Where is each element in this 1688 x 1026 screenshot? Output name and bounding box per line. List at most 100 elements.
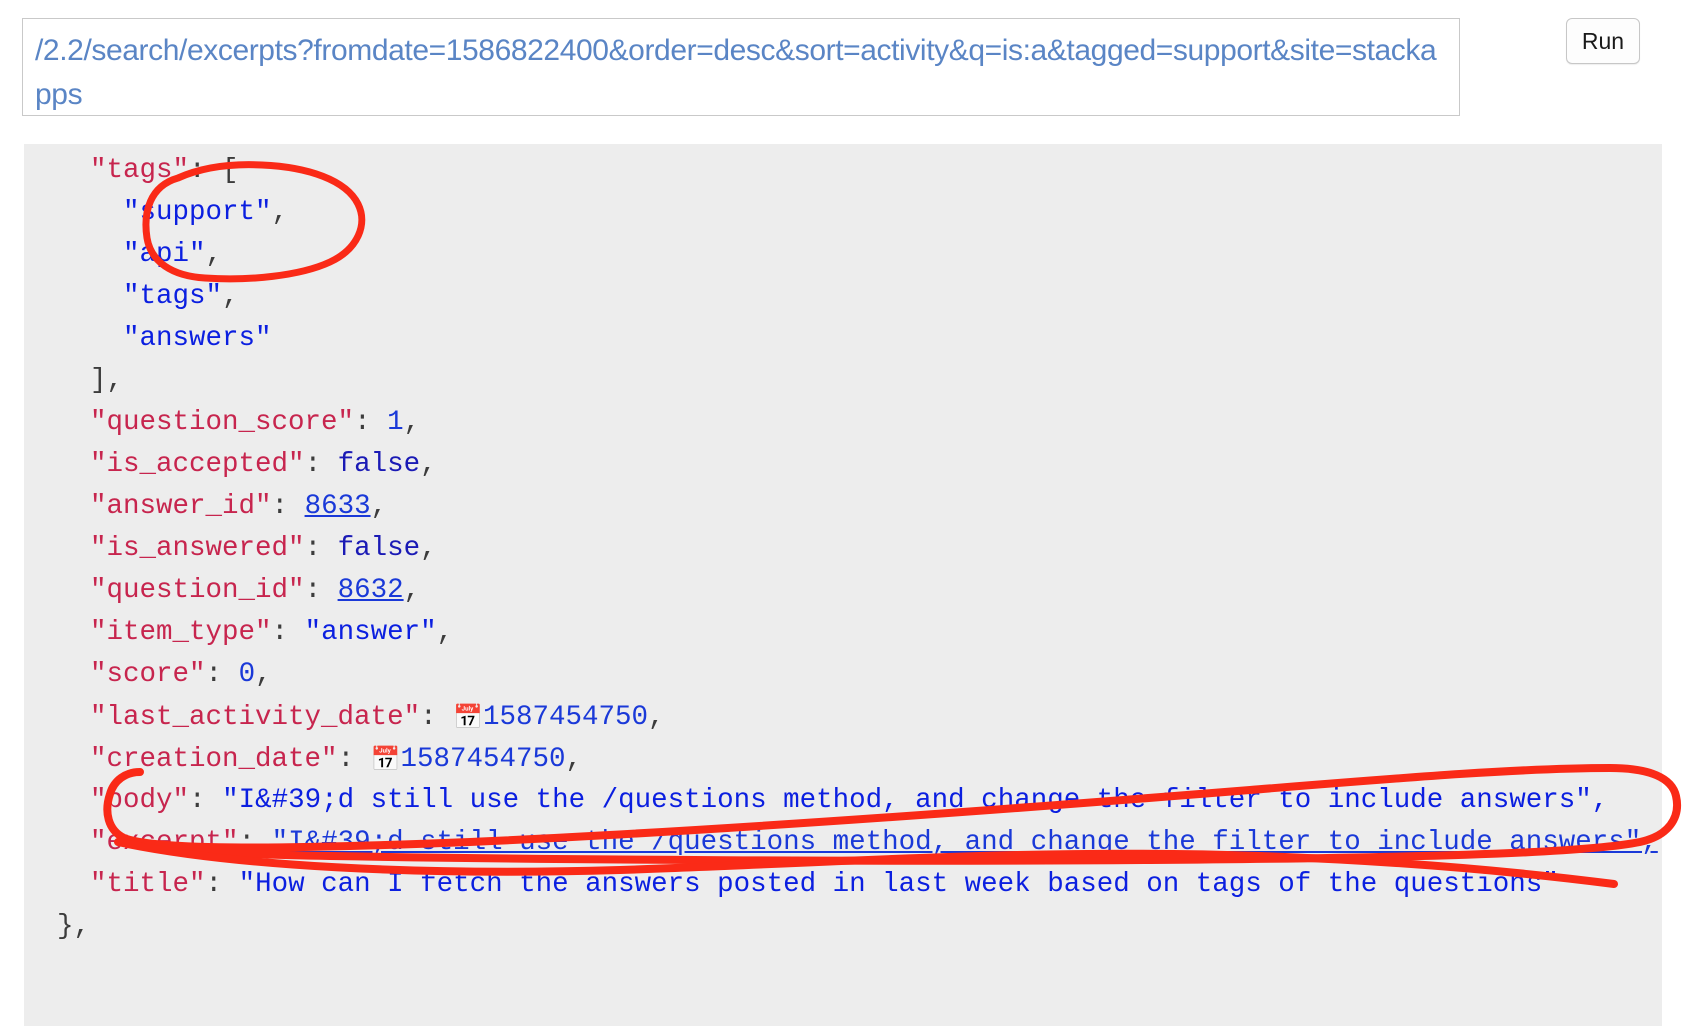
json-punctuation: }, bbox=[57, 911, 91, 942]
json-punctuation: : bbox=[189, 785, 223, 816]
json-line: "score": 0, bbox=[24, 654, 1662, 696]
request-url-input[interactable]: /2.2/search/excerpts?fromdate=1586822400… bbox=[22, 18, 1460, 116]
json-punctuation: , bbox=[271, 197, 289, 228]
json-key: "question_id" bbox=[90, 575, 305, 606]
json-line: "question_id": 8632, bbox=[24, 570, 1662, 612]
json-boolean-value: false bbox=[337, 533, 421, 564]
json-key: "body" bbox=[90, 785, 190, 816]
json-number-value: 1587454750 bbox=[482, 702, 649, 733]
run-button[interactable]: Run bbox=[1566, 18, 1640, 64]
json-number-value: 1587454750 bbox=[400, 744, 566, 775]
json-key: "answer_id" bbox=[90, 491, 272, 522]
json-punctuation: , bbox=[403, 575, 421, 606]
json-line: "creation_date": 📅1587454750, bbox=[24, 738, 1662, 780]
json-string-value: "How can I fetch the answers posted in l… bbox=[238, 869, 1559, 900]
json-boolean-value: false bbox=[337, 449, 421, 480]
json-punctuation: : bbox=[304, 575, 338, 606]
json-line: "excerpt": "I&#39;d still use the /quest… bbox=[24, 822, 1662, 864]
json-link-value[interactable]: 8633 bbox=[305, 491, 371, 522]
json-punctuation: , bbox=[565, 744, 583, 775]
json-punctuation: ], bbox=[90, 365, 124, 396]
json-punctuation: , bbox=[403, 407, 421, 438]
json-key: "item_type" bbox=[90, 617, 272, 648]
calendar-icon: 📅 bbox=[370, 745, 401, 773]
json-key: "question_score" bbox=[90, 407, 355, 438]
json-punctuation: , bbox=[420, 449, 437, 480]
json-key: "is_accepted" bbox=[90, 449, 305, 480]
json-line: "support", bbox=[24, 192, 1662, 234]
json-line: }, bbox=[24, 906, 1662, 948]
json-string-value: "support" bbox=[123, 197, 272, 228]
json-key: "last_activity_date" bbox=[90, 702, 421, 733]
json-line: "is_accepted": false, bbox=[24, 444, 1662, 486]
json-punctuation: : bbox=[205, 659, 239, 690]
json-punctuation: : bbox=[337, 744, 371, 775]
json-string-value: "tags" bbox=[123, 281, 223, 312]
json-key: "excerpt" bbox=[90, 827, 239, 858]
json-punctuation: : [ bbox=[189, 155, 239, 186]
json-line: "is_answered": false, bbox=[24, 528, 1662, 570]
json-punctuation: : bbox=[205, 869, 239, 900]
json-punctuation: : bbox=[271, 617, 305, 648]
json-punctuation: : bbox=[304, 449, 338, 480]
json-string-value: "I&#39;d still use the /questions method… bbox=[222, 785, 1609, 816]
json-key: "is_answered" bbox=[90, 533, 305, 564]
json-punctuation: : bbox=[238, 827, 272, 858]
json-punctuation: , bbox=[420, 533, 437, 564]
json-line: "body": "I&#39;d still use the /question… bbox=[24, 780, 1662, 822]
json-line: "answer_id": 8633, bbox=[24, 486, 1662, 528]
json-string-value: "api" bbox=[123, 239, 206, 270]
json-line: "question_score": 1, bbox=[24, 402, 1662, 444]
json-line: "last_activity_date": 📅1587454750, bbox=[24, 696, 1662, 738]
json-string-value: "answer" bbox=[304, 617, 437, 648]
json-link-value[interactable]: 8632 bbox=[338, 575, 404, 606]
json-code-block: "tags": [ "support", "api", "tags", "ans… bbox=[24, 150, 1662, 948]
json-punctuation: , bbox=[205, 239, 223, 270]
json-number-value: 1 bbox=[387, 407, 404, 438]
json-punctuation: , bbox=[436, 617, 454, 648]
json-punctuation: , bbox=[370, 491, 388, 522]
json-line: "api", bbox=[24, 234, 1662, 276]
json-punctuation: , bbox=[648, 702, 665, 733]
calendar-icon: 📅 bbox=[453, 703, 483, 731]
json-key: "tags" bbox=[90, 155, 190, 186]
json-link-value[interactable]: "I&#39;d still use the /questions method… bbox=[272, 827, 1658, 858]
json-line: "tags": [ bbox=[24, 150, 1662, 192]
json-punctuation: : bbox=[354, 407, 388, 438]
request-toolbar: /2.2/search/excerpts?fromdate=1586822400… bbox=[0, 0, 1688, 132]
json-line: "tags", bbox=[24, 276, 1662, 318]
json-key: "creation_date" bbox=[90, 744, 338, 775]
json-line: "item_type": "answer", bbox=[24, 612, 1662, 654]
json-response-panel[interactable]: "tags": [ "support", "api", "tags", "ans… bbox=[24, 144, 1662, 1026]
json-line: ], bbox=[24, 360, 1662, 402]
json-key: "title" bbox=[90, 869, 206, 900]
json-punctuation: : bbox=[420, 702, 454, 733]
request-url-text[interactable]: /2.2/search/excerpts?fromdate=1586822400… bbox=[35, 29, 1447, 115]
json-punctuation: : bbox=[271, 491, 305, 522]
json-key: "score" bbox=[90, 659, 206, 690]
json-punctuation: : bbox=[304, 533, 338, 564]
json-number-value: 0 bbox=[238, 659, 256, 690]
json-string-value: "answers" bbox=[123, 323, 272, 354]
json-punctuation: , bbox=[255, 659, 272, 690]
json-punctuation: , bbox=[222, 281, 239, 312]
